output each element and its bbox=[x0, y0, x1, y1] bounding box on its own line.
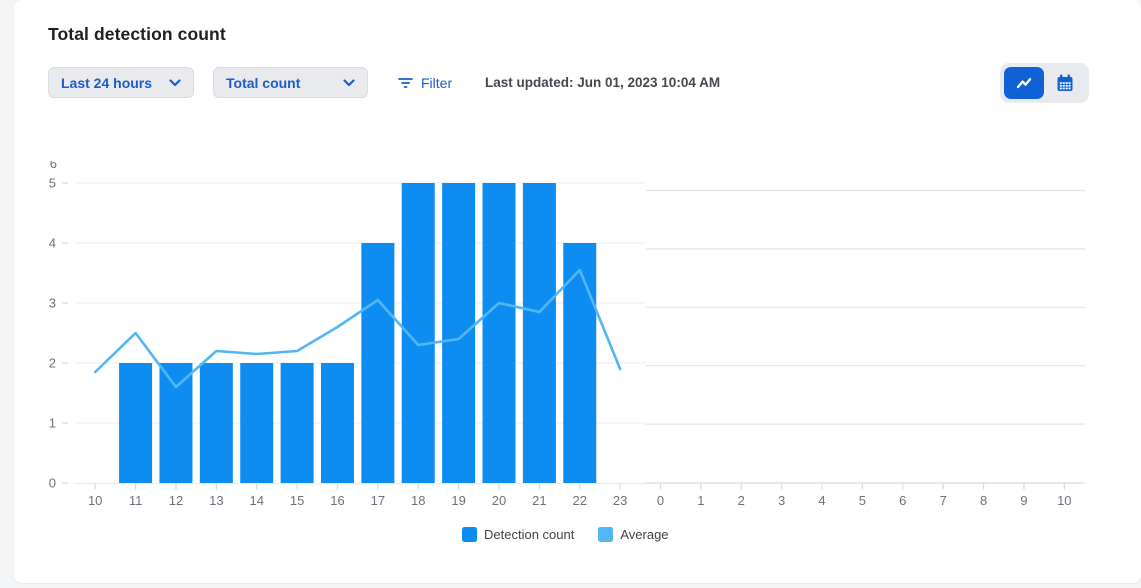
x-axis-label: 10 bbox=[1057, 493, 1071, 508]
x-axis-label: 8 bbox=[980, 493, 987, 508]
x-axis-label: 19 bbox=[451, 493, 465, 508]
detection-count-legend-label: Detection count bbox=[484, 527, 574, 542]
legend-item-detection-count[interactable]: Detection count bbox=[462, 527, 574, 542]
x-axis-label: 18 bbox=[411, 493, 425, 508]
detection-count-bar-19[interactable] bbox=[442, 183, 475, 483]
detection-count-bar-22[interactable] bbox=[563, 243, 596, 483]
x-axis-label: 15 bbox=[290, 493, 304, 508]
x-axis-label: 11 bbox=[129, 493, 143, 508]
x-axis-label: 23 bbox=[613, 493, 627, 508]
x-axis-label: 5 bbox=[859, 493, 866, 508]
detection-count-bar-12[interactable] bbox=[159, 363, 192, 483]
average-legend-label: Average bbox=[620, 527, 668, 542]
x-axis-label: 6 bbox=[899, 493, 906, 508]
x-axis-label: 17 bbox=[371, 493, 385, 508]
x-axis-label: 0 bbox=[657, 493, 664, 508]
y-axis-label: 5 bbox=[49, 176, 56, 191]
x-axis-label: 21 bbox=[532, 493, 546, 508]
detection-count-bar-17[interactable] bbox=[361, 243, 394, 483]
x-axis-label: 14 bbox=[249, 493, 263, 508]
average-swatch bbox=[598, 527, 613, 542]
page: Total detection count Last 24 hours Tota… bbox=[0, 0, 1141, 588]
x-axis-label: 16 bbox=[330, 493, 344, 508]
y-axis-label: 1 bbox=[49, 416, 56, 431]
detection-count-bar-15[interactable] bbox=[281, 363, 314, 483]
x-axis-label: 7 bbox=[940, 493, 947, 508]
chart-legend: Detection count Average bbox=[462, 527, 669, 542]
x-axis-label: 3 bbox=[778, 493, 785, 508]
y-axis-label: 4 bbox=[49, 236, 56, 251]
detection-count-bar-11[interactable] bbox=[119, 363, 152, 483]
x-axis-label: 9 bbox=[1020, 493, 1027, 508]
x-axis-label: 10 bbox=[88, 493, 102, 508]
detection-chart: 0123451011121314151617181920212223012345… bbox=[0, 0, 1141, 588]
detection-count-bar-16[interactable] bbox=[321, 363, 354, 483]
y-axis-label: 3 bbox=[49, 296, 56, 311]
y-axis-label: 2 bbox=[49, 356, 56, 371]
detection-count-bar-21[interactable] bbox=[523, 183, 556, 483]
x-axis-label: 1 bbox=[697, 493, 704, 508]
x-axis-label: 2 bbox=[738, 493, 745, 508]
x-axis-label: 20 bbox=[492, 493, 506, 508]
legend-item-average[interactable]: Average bbox=[598, 527, 668, 542]
x-axis-label: 12 bbox=[169, 493, 183, 508]
detection-count-bar-13[interactable] bbox=[200, 363, 233, 483]
x-axis-label: 4 bbox=[818, 493, 825, 508]
y-axis-label: 0 bbox=[49, 476, 56, 491]
detection-count-swatch bbox=[462, 527, 477, 542]
detection-count-bar-14[interactable] bbox=[240, 363, 273, 483]
x-axis-label: 22 bbox=[573, 493, 587, 508]
detection-count-bar-20[interactable] bbox=[483, 183, 516, 483]
x-axis-label: 13 bbox=[209, 493, 223, 508]
